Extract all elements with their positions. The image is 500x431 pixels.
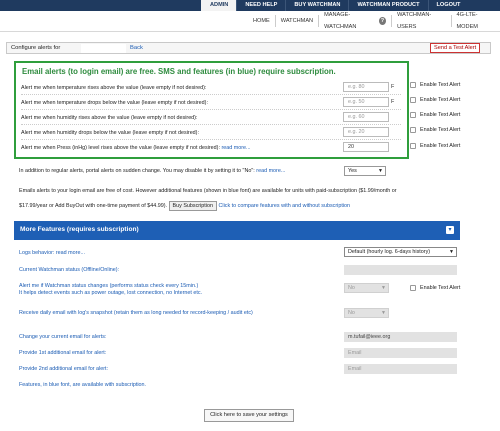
- alert-row-humidity-rise: Alert me when humidity rises above the v…: [21, 111, 401, 125]
- save-settings-button[interactable]: Click here to save your settings: [204, 409, 294, 422]
- daily-email-select-value: No: [348, 310, 355, 316]
- enable-text-alert-humidity-rise[interactable]: Enable Text Alert: [410, 112, 460, 118]
- logs-behavior-row: Logs behavior: read more...: [19, 250, 85, 256]
- temp-rise-unit: F: [391, 84, 395, 90]
- sudden-change-alerts-text: In addition to regular alerts, portal al…: [19, 168, 285, 174]
- alert-humidity-rise-label: Alert me when humidity rises above the v…: [21, 115, 198, 121]
- subnav-4g-lte-modem[interactable]: 4G-LTE-MODEM: [450, 12, 500, 30]
- current-email-label: Change your current email for alerts:: [19, 334, 107, 340]
- alert-humidity-drop-label: Alert me when humidity drops below the v…: [21, 130, 199, 136]
- subscription-info-line-1: Emails alerts to your login email are fr…: [19, 188, 397, 194]
- enable-text-alert-label: Enable Text Alert: [420, 143, 461, 149]
- checkbox-icon[interactable]: [410, 143, 416, 149]
- status-change-sublabel: It helps detect events such as power out…: [19, 290, 203, 296]
- humidity-rise-input[interactable]: e.g. 60: [343, 112, 389, 122]
- chevron-down-icon[interactable]: ▾: [446, 226, 454, 234]
- subnav-home[interactable]: HOME: [248, 15, 275, 27]
- checkbox-icon[interactable]: [410, 112, 416, 118]
- logs-behavior-value: Default (hourly log. 6-days history): [348, 249, 431, 255]
- pressure-rise-input[interactable]: 20: [343, 142, 389, 152]
- chevron-down-icon: ▼: [378, 168, 383, 174]
- status-change-select-value: No: [348, 285, 355, 291]
- checkbox-icon[interactable]: [410, 82, 416, 88]
- configure-alerts-bar: Configure alerts for Back: [6, 42, 491, 54]
- compare-features-link[interactable]: Click to compare features with and witho…: [218, 203, 350, 209]
- alert-temp-rise-label: Alert me when temperature rises above th…: [21, 85, 207, 91]
- subnav-watchman-users-label: WATCHMAN-USERS: [397, 12, 432, 30]
- free-alerts-headline: Email alerts (to login email) are free. …: [22, 67, 336, 76]
- enable-text-alert-temp-drop[interactable]: Enable Text Alert: [410, 97, 460, 103]
- alert-temp-drop-label: Alert me when temperature drops below th…: [21, 100, 208, 106]
- logs-behavior-label: Logs behavior:: [19, 250, 55, 256]
- subnav-manage-watchman[interactable]: MANAGE-WATCHMAN?: [318, 12, 391, 30]
- chevron-down-icon: ▼: [381, 285, 386, 291]
- header-divider: [0, 31, 500, 32]
- temp-drop-unit: F: [391, 99, 395, 105]
- subnav-manage-watchman-label: MANAGE-WATCHMAN: [324, 12, 357, 30]
- additional-email-1-input[interactable]: Email: [344, 348, 457, 358]
- humidity-drop-input[interactable]: e.g. 20: [343, 127, 389, 137]
- enable-text-alert-status-change[interactable]: Enable Text Alert: [410, 285, 460, 291]
- subnav-watchman-label: WATCHMAN: [280, 18, 314, 24]
- back-link[interactable]: Back: [130, 45, 143, 51]
- chevron-down-icon: ▼: [449, 249, 454, 255]
- enable-text-alert-label: Enable Text Alert: [420, 112, 461, 118]
- logs-read-more-link[interactable]: read more...: [56, 250, 85, 256]
- status-change-select[interactable]: No ▼: [344, 283, 389, 293]
- temp-drop-input[interactable]: e.g. 50: [343, 97, 389, 107]
- subscription-note: Features, in blue font, are available wi…: [19, 382, 147, 388]
- enable-text-alert-pressure-rise[interactable]: Enable Text Alert: [410, 143, 460, 149]
- help-icon[interactable]: ?: [378, 17, 387, 25]
- configure-alerts-label: Configure alerts for: [11, 45, 61, 51]
- alert-pressure-rise-label: Alert me when Press (inHg) level rises a…: [21, 145, 220, 151]
- status-change-label: Alert me if Watchman status changes (per…: [19, 283, 199, 289]
- alert-row-temp-rise: Alert me when temperature rises above th…: [21, 81, 401, 95]
- enable-text-alert-label: Enable Text Alert: [420, 82, 461, 88]
- subnav-home-label: HOME: [253, 18, 270, 24]
- more-features-header[interactable]: More Features (requires subscription) ▾: [14, 221, 460, 240]
- tab-need-help[interactable]: NEED HELP: [236, 0, 285, 11]
- subscription-price-text: $17.99/year or Add BuyOut with one-time …: [19, 203, 168, 209]
- subnav-watchman[interactable]: WATCHMAN: [274, 15, 318, 27]
- alert-row-humidity-drop: Alert me when humidity drops below the v…: [21, 126, 401, 140]
- additional-email-2-input[interactable]: Email: [344, 364, 457, 374]
- chevron-down-icon: ▼: [381, 310, 386, 316]
- send-test-alert-button[interactable]: Send a Test Alert: [430, 43, 481, 53]
- logs-behavior-select[interactable]: Default (hourly log. 6-days history) ▼: [344, 247, 457, 257]
- temp-rise-input[interactable]: e.g. 80: [343, 82, 389, 92]
- subnav-watchman-users[interactable]: WATCHMAN-USERS: [391, 12, 450, 30]
- additional-email-1-label: Provide 1st additional email for alert:: [19, 350, 107, 356]
- alert-row-temp-drop: Alert me when temperature drops below th…: [21, 96, 401, 110]
- sudden-change-label: In addition to regular alerts, portal al…: [19, 168, 255, 174]
- watchman-status-field: [344, 265, 457, 275]
- alert-row-pressure-rise: Alert me when Press (inHg) level rises a…: [21, 141, 401, 155]
- more-features-title: More Features (requires subscription): [20, 226, 139, 233]
- subnav-4g-lte-modem-label: 4G-LTE-MODEM: [456, 12, 478, 30]
- sudden-change-read-more-link[interactable]: read more...: [256, 168, 285, 174]
- enable-text-alert-label: Enable Text Alert: [420, 97, 461, 103]
- checkbox-icon[interactable]: [410, 127, 416, 133]
- buy-subscription-button[interactable]: Buy Subscription: [168, 201, 217, 211]
- free-alerts-box: Email alerts (to login email) are free. …: [14, 61, 409, 159]
- enable-text-alert-temp-rise[interactable]: Enable Text Alert: [410, 82, 460, 88]
- watchman-status-label: Current Watchman status (Offline/Online)…: [19, 267, 120, 273]
- subscription-info-line-2: $17.99/year or Add BuyOut with one-time …: [19, 201, 489, 211]
- sudden-change-select[interactable]: Yes ▼: [344, 166, 386, 176]
- daily-email-select[interactable]: No ▼: [344, 308, 389, 318]
- current-email-input[interactable]: m.tufail@ieee.org: [344, 332, 457, 342]
- watchman-select[interactable]: [81, 44, 126, 53]
- checkbox-icon[interactable]: [410, 97, 416, 103]
- sudden-change-select-value: Yes: [348, 168, 357, 174]
- tab-admin[interactable]: ADMIN: [201, 0, 237, 11]
- additional-email-2-label: Provide 2nd additional email for alert:: [19, 366, 108, 372]
- pressure-read-more-link[interactable]: read more...: [221, 145, 250, 151]
- enable-text-alert-label: Enable Text Alert: [420, 285, 461, 291]
- sub-navigation: HOME WATCHMAN MANAGE-WATCHMAN? WATCHMAN-…: [248, 12, 500, 30]
- checkbox-icon[interactable]: [410, 285, 416, 291]
- enable-text-alert-humidity-drop[interactable]: Enable Text Alert: [410, 127, 460, 133]
- daily-email-label: Receive daily email with log's snapshot …: [19, 310, 253, 316]
- alert-pressure-rise-text: Alert me when Press (inHg) level rises a…: [21, 145, 251, 151]
- enable-text-alert-label: Enable Text Alert: [420, 127, 461, 133]
